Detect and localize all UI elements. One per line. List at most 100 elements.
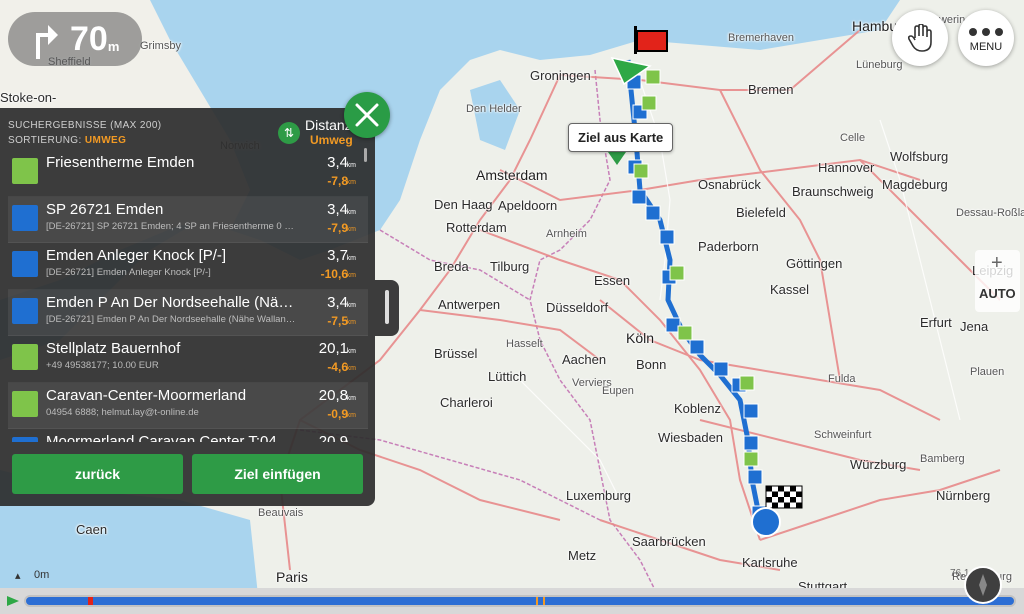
- result-name: Caravan-Center-Moormerland: [46, 386, 247, 404]
- city-label: Nürnberg: [936, 488, 991, 503]
- scale-label: 0m: [34, 569, 50, 581]
- distance-unit: km: [346, 162, 356, 169]
- city-label: Hasselt: [506, 338, 543, 350]
- result-row[interactable]: SP 26721 Emden [DE-26721] SP 26721 Emden;…: [8, 196, 368, 243]
- result-row[interactable]: Moormerland Caravan Center T:0495... 20,9…: [8, 429, 368, 442]
- compass-icon: [979, 574, 987, 596]
- camper-icon: [12, 158, 38, 184]
- compass-button[interactable]: [964, 566, 1002, 604]
- city-label: Rotterdam: [446, 220, 507, 235]
- ziel-aus-karte-bubble[interactable]: Ziel aus Karte: [568, 123, 674, 152]
- city-label: Brüssel: [434, 346, 478, 361]
- detour-unit: km: [346, 179, 356, 186]
- result-detour: -0,9: [327, 406, 348, 421]
- zoom-auto-control[interactable]: + AUTO: [975, 250, 1020, 312]
- city-label: Dessau-Roßlau: [956, 207, 1024, 219]
- distance-unit: km: [346, 255, 356, 262]
- detour-unit: km: [346, 411, 356, 419]
- distance-unit: km: [347, 441, 356, 442]
- city-label: Bamberg: [920, 453, 965, 465]
- city-label: Köln: [626, 330, 655, 346]
- result-detour: -7,5: [327, 313, 348, 328]
- zoom-in-icon[interactable]: +: [991, 252, 1003, 275]
- camper-icon: [12, 344, 38, 370]
- city-label: Bremerhaven: [728, 32, 795, 44]
- results-list[interactable]: Friesentherme Emden 3,4 km -7,8 km SP 26721 E…: [8, 150, 368, 442]
- city-label: Caen: [76, 522, 108, 537]
- city-label: Metz: [568, 548, 597, 563]
- result-row[interactable]: Caravan-Center-Moormerland 04954 6888; he…: [8, 382, 368, 429]
- city-label: Lüneburg: [856, 59, 903, 71]
- city-label: Wiesbaden: [658, 430, 724, 445]
- result-row[interactable]: Emden P An Der Nordseehalle (Nähe ... [DE…: [8, 289, 368, 336]
- close-button[interactable]: [344, 92, 390, 138]
- menu-button[interactable]: MENU: [958, 10, 1014, 66]
- results-scrollbar[interactable]: [364, 148, 367, 162]
- sort-value: UMWEG: [84, 135, 127, 146]
- city-label: Osnabrück: [698, 177, 761, 192]
- result-row[interactable]: Friesentherme Emden 3,4 km -7,8 km: [8, 150, 368, 197]
- sort-label: SORTIERUNG:: [8, 135, 82, 146]
- result-row[interactable]: Stellplatz Bauernhof +49 49538177; 10.00 …: [8, 336, 368, 383]
- insert-destination-button[interactable]: Ziel einfügen: [192, 454, 363, 494]
- city-label: Paderborn: [698, 239, 759, 254]
- city-label: Erfurt: [920, 315, 952, 330]
- more-dots-icon: [969, 27, 1003, 36]
- result-detour: -4,6: [327, 360, 348, 374]
- city-label: Karlsruhe: [742, 555, 798, 570]
- distance-unit: km: [346, 394, 356, 402]
- result-name: Stellplatz Bauernhof: [46, 340, 181, 357]
- progress-poi-marker: [536, 597, 538, 605]
- turn-right-icon: [36, 25, 58, 59]
- city-label: Bonn: [636, 357, 667, 372]
- result-detour: -7,8: [327, 174, 348, 188]
- hand-icon: [907, 24, 932, 52]
- results-title: SUCHERGEBNISSE (MAX 200): [8, 120, 162, 131]
- result-distance: 3,4: [327, 154, 348, 171]
- route-progress-bar[interactable]: [24, 595, 1016, 607]
- result-name: SP 26721 Emden: [46, 200, 164, 218]
- city-label: Grimsby: [140, 40, 181, 52]
- camper-icon: [12, 437, 38, 442]
- back-button[interactable]: zurück: [12, 454, 183, 494]
- tent-icon: [12, 251, 38, 277]
- result-detour: -7,9: [327, 220, 348, 235]
- result-distance: 3,4: [327, 200, 348, 218]
- auto-zoom-label[interactable]: AUTO: [979, 286, 1016, 301]
- city-label: Würzburg: [850, 457, 907, 472]
- city-label: Fulda: [828, 373, 856, 385]
- city-label: Groningen: [530, 68, 591, 83]
- turn-distance: 70: [70, 19, 108, 58]
- city-label: Wolfsburg: [890, 149, 949, 164]
- city-label: Charleroi: [440, 395, 493, 410]
- city-label: Essen: [594, 273, 631, 288]
- pan-mode-button[interactable]: [892, 10, 948, 66]
- city-label: Koblenz: [674, 401, 721, 416]
- city-label: Hannover: [818, 160, 875, 175]
- city-label: Stoke-on-: [0, 90, 57, 105]
- results-sort: SORTIERUNG: UMWEG: [8, 135, 126, 146]
- result-distance: 20,9: [318, 433, 348, 442]
- city-label: Aachen: [562, 352, 607, 367]
- city-label: Magdeburg: [882, 177, 948, 192]
- city-label: Schweinfurt: [814, 429, 872, 441]
- city-label: Göttingen: [786, 256, 843, 271]
- city-label: Lüttich: [488, 369, 527, 384]
- city-label: Arnheim: [546, 228, 587, 240]
- sort-toggle-icon[interactable]: ⇅: [278, 122, 300, 144]
- result-detour: -10,6: [320, 267, 348, 281]
- turn-indicator: 70 m: [8, 12, 142, 66]
- wrench-icon: [12, 390, 38, 417]
- city-label: Tilburg: [490, 259, 530, 274]
- tent-icon: [12, 297, 38, 324]
- panel-drag-handle[interactable]: [375, 280, 399, 336]
- scale-icon: ▴: [15, 570, 21, 582]
- detour-unit: km: [346, 365, 356, 372]
- city-label: Saarbrücken: [632, 534, 706, 549]
- result-distance: 20,8: [318, 386, 348, 404]
- result-name: Moormerland Caravan Center T:0495...: [46, 433, 296, 442]
- city-label: Beauvais: [258, 507, 304, 519]
- result-row[interactable]: Emden Anleger Knock [P/-] [DE-26721] Emde…: [8, 243, 368, 290]
- result-details: [DE-26721] Emden Anleger Knock [P/-]: [46, 267, 211, 278]
- city-label: Bielefeld: [736, 205, 786, 220]
